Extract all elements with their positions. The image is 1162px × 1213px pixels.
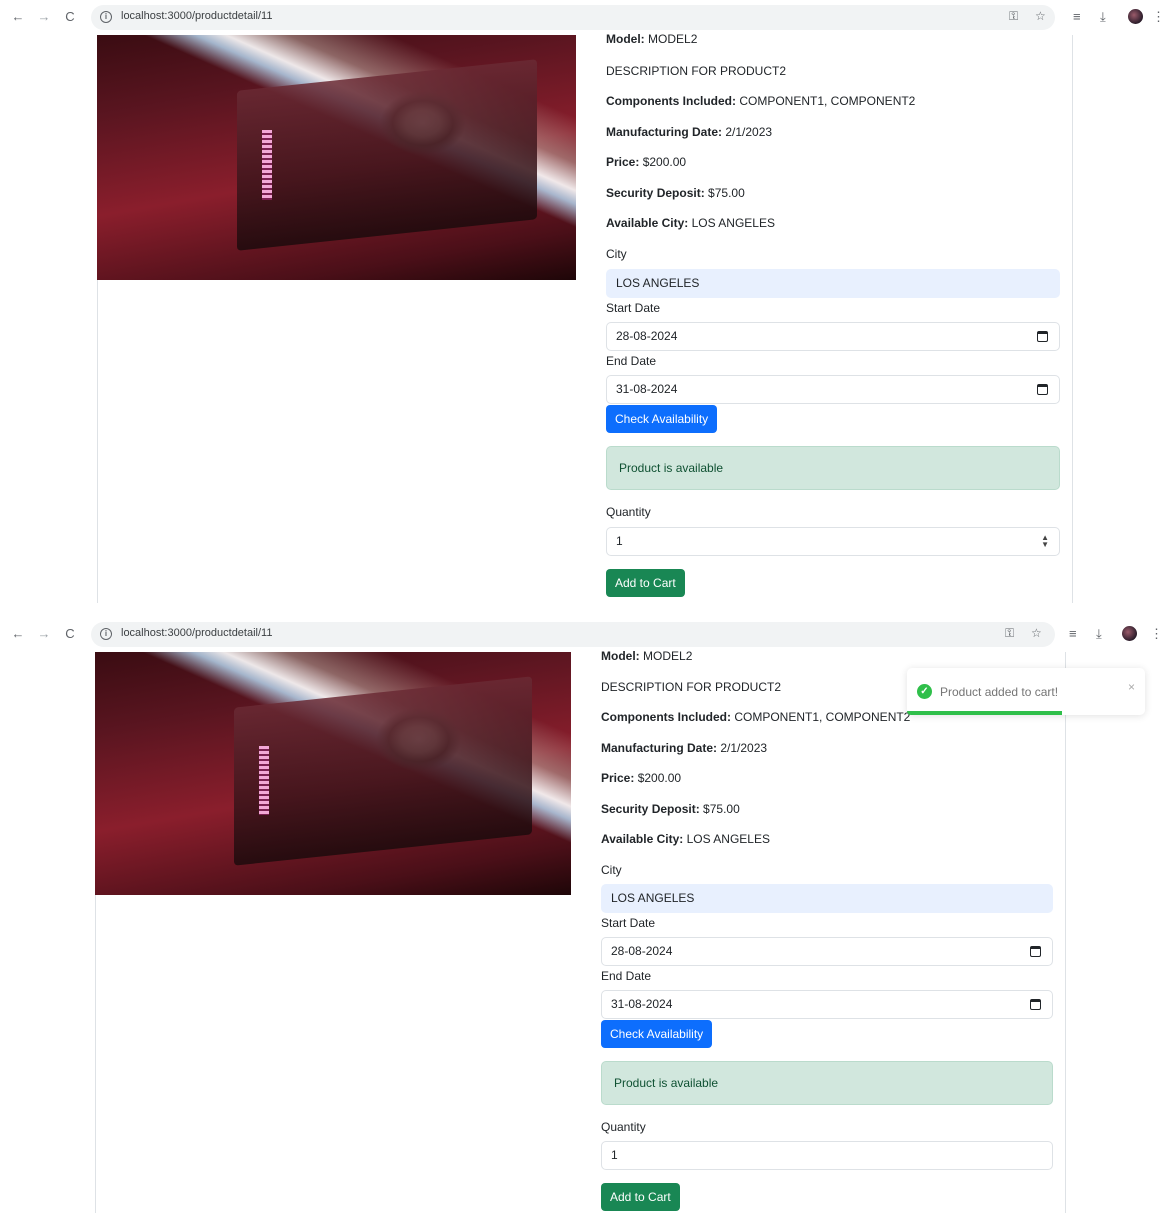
- check-availability-button[interactable]: Check Availability: [601, 1020, 713, 1048]
- add-to-cart-button[interactable]: Add to Cart: [601, 1183, 680, 1211]
- calendar-icon[interactable]: [1030, 946, 1041, 957]
- screenshot-after: ← → C i localhost:3000/productdetail/11 …: [0, 617, 1162, 1213]
- profile-avatar[interactable]: [1122, 626, 1137, 641]
- components-line: Components Included: COMPONENT1, COMPONE…: [606, 94, 916, 108]
- address-bar[interactable]: i localhost:3000/productdetail/11 ⚿ ☆: [91, 5, 1055, 30]
- components-line: Components Included: COMPONENT1, COMPONE…: [601, 710, 911, 724]
- download-icon[interactable]: ⤓: [1100, 9, 1106, 25]
- projector-shape: [234, 676, 532, 866]
- mfg-date-line: Manufacturing Date: 2/1/2023: [606, 125, 773, 139]
- projector-shape: [237, 59, 537, 251]
- download-icon[interactable]: ⤓: [1096, 626, 1102, 642]
- end-date-label: End Date: [606, 354, 657, 368]
- availability-alert: Product is available: [601, 1061, 1053, 1105]
- bookmark-star-icon[interactable]: ☆: [1031, 626, 1042, 640]
- password-key-icon[interactable]: ⚿: [1005, 626, 1014, 641]
- product-image: [95, 652, 571, 895]
- start-date-label: Start Date: [601, 916, 656, 930]
- menu-icon[interactable]: ⋮: [1152, 9, 1162, 25]
- forward-icon[interactable]: →: [36, 9, 52, 25]
- start-date-value: 28-08-2024: [611, 944, 673, 958]
- back-icon[interactable]: ←: [10, 9, 26, 25]
- menu-icon[interactable]: ⋮: [1150, 626, 1162, 642]
- toast-notification: ✓ Product added to cart! ×: [907, 668, 1145, 715]
- bookmark-star-icon[interactable]: ☆: [1035, 9, 1046, 23]
- spinner-arrows-icon[interactable]: ▲ ▼: [1041, 534, 1049, 549]
- media-icon[interactable]: ≡: [1073, 9, 1081, 24]
- container-border-right: [1072, 35, 1073, 603]
- url-text[interactable]: localhost:3000/productdetail/11: [121, 10, 272, 22]
- end-date-value: 31-08-2024: [611, 997, 673, 1011]
- city-field[interactable]: LOS ANGELES: [606, 269, 1060, 298]
- quantity-value: 1: [616, 534, 623, 548]
- price-line: Price: $200.00: [601, 771, 682, 785]
- product-detail-page: Model: MODEL2 DESCRIPTION FOR PRODUCT2 C…: [0, 32, 1162, 603]
- product-details: Model: MODEL2 DESCRIPTION FOR PRODUCT2 C…: [606, 32, 1060, 603]
- browser-toolbar: ← → C i localhost:3000/productdetail/11 …: [0, 0, 1162, 35]
- close-icon[interactable]: ×: [1128, 680, 1135, 694]
- quantity-input[interactable]: 1: [601, 1141, 1053, 1170]
- price-line: Price: $200.00: [606, 155, 687, 169]
- site-info-icon[interactable]: i: [100, 628, 112, 640]
- password-key-icon[interactable]: ⚿: [1009, 9, 1018, 24]
- availability-alert: Product is available: [606, 446, 1060, 490]
- city-label: City: [606, 247, 627, 261]
- mfg-date-line: Manufacturing Date: 2/1/2023: [601, 741, 768, 755]
- check-availability-button[interactable]: Check Availability: [606, 405, 718, 433]
- end-date-value: 31-08-2024: [616, 382, 678, 396]
- profile-avatar[interactable]: [1128, 9, 1143, 24]
- city-label: City: [601, 863, 622, 877]
- toast-progress-bar: [907, 711, 1062, 715]
- calendar-icon[interactable]: [1037, 384, 1048, 395]
- calendar-icon[interactable]: [1030, 999, 1041, 1010]
- deposit-line: Security Deposit: $75.00: [606, 186, 745, 200]
- add-to-cart-button[interactable]: Add to Cart: [606, 569, 685, 597]
- calendar-icon[interactable]: [1037, 331, 1048, 342]
- success-check-icon: ✓: [917, 684, 932, 699]
- reload-icon[interactable]: C: [62, 626, 78, 642]
- available-city-line: Available City: LOS ANGELES: [606, 216, 775, 230]
- container-border-right: [1065, 652, 1066, 1213]
- product-image: [97, 35, 576, 280]
- quantity-input[interactable]: 1 ▲ ▼: [606, 527, 1060, 556]
- start-date-label: Start Date: [606, 301, 661, 315]
- model-line: Model: MODEL2: [601, 649, 693, 663]
- model-line: Model: MODEL2: [606, 32, 698, 46]
- projector-vent: [262, 130, 272, 200]
- end-date-label: End Date: [601, 969, 652, 983]
- start-date-value: 28-08-2024: [616, 329, 678, 343]
- description: DESCRIPTION FOR PRODUCT2: [601, 680, 782, 694]
- media-icon[interactable]: ≡: [1069, 626, 1077, 641]
- city-field[interactable]: LOS ANGELES: [601, 884, 1053, 913]
- quantity-label: Quantity: [601, 1120, 646, 1134]
- start-date-field[interactable]: 28-08-2024: [601, 937, 1053, 966]
- forward-icon[interactable]: →: [36, 626, 52, 642]
- url-text[interactable]: localhost:3000/productdetail/11: [121, 627, 272, 639]
- back-icon[interactable]: ←: [10, 626, 26, 642]
- deposit-line: Security Deposit: $75.00: [601, 802, 740, 816]
- site-info-icon[interactable]: i: [100, 11, 112, 23]
- description: DESCRIPTION FOR PRODUCT2: [606, 64, 787, 78]
- toast-message: Product added to cart!: [940, 685, 1059, 699]
- screenshot-before: ← → C i localhost:3000/productdetail/11 …: [0, 0, 1162, 603]
- product-detail-page: Model: MODEL2 DESCRIPTION FOR PRODUCT2 C…: [0, 649, 1162, 1213]
- available-city-line: Available City: LOS ANGELES: [601, 832, 770, 846]
- start-date-field[interactable]: 28-08-2024: [606, 322, 1060, 351]
- reload-icon[interactable]: C: [62, 9, 78, 25]
- product-details: Model: MODEL2 DESCRIPTION FOR PRODUCT2 C…: [601, 649, 1053, 1212]
- end-date-field[interactable]: 31-08-2024: [601, 990, 1053, 1019]
- end-date-field[interactable]: 31-08-2024: [606, 375, 1060, 404]
- quantity-label: Quantity: [606, 505, 651, 519]
- projector-vent: [259, 746, 269, 815]
- address-bar[interactable]: i localhost:3000/productdetail/11 ⚿ ☆: [91, 622, 1055, 647]
- browser-toolbar: ← → C i localhost:3000/productdetail/11 …: [0, 617, 1162, 652]
